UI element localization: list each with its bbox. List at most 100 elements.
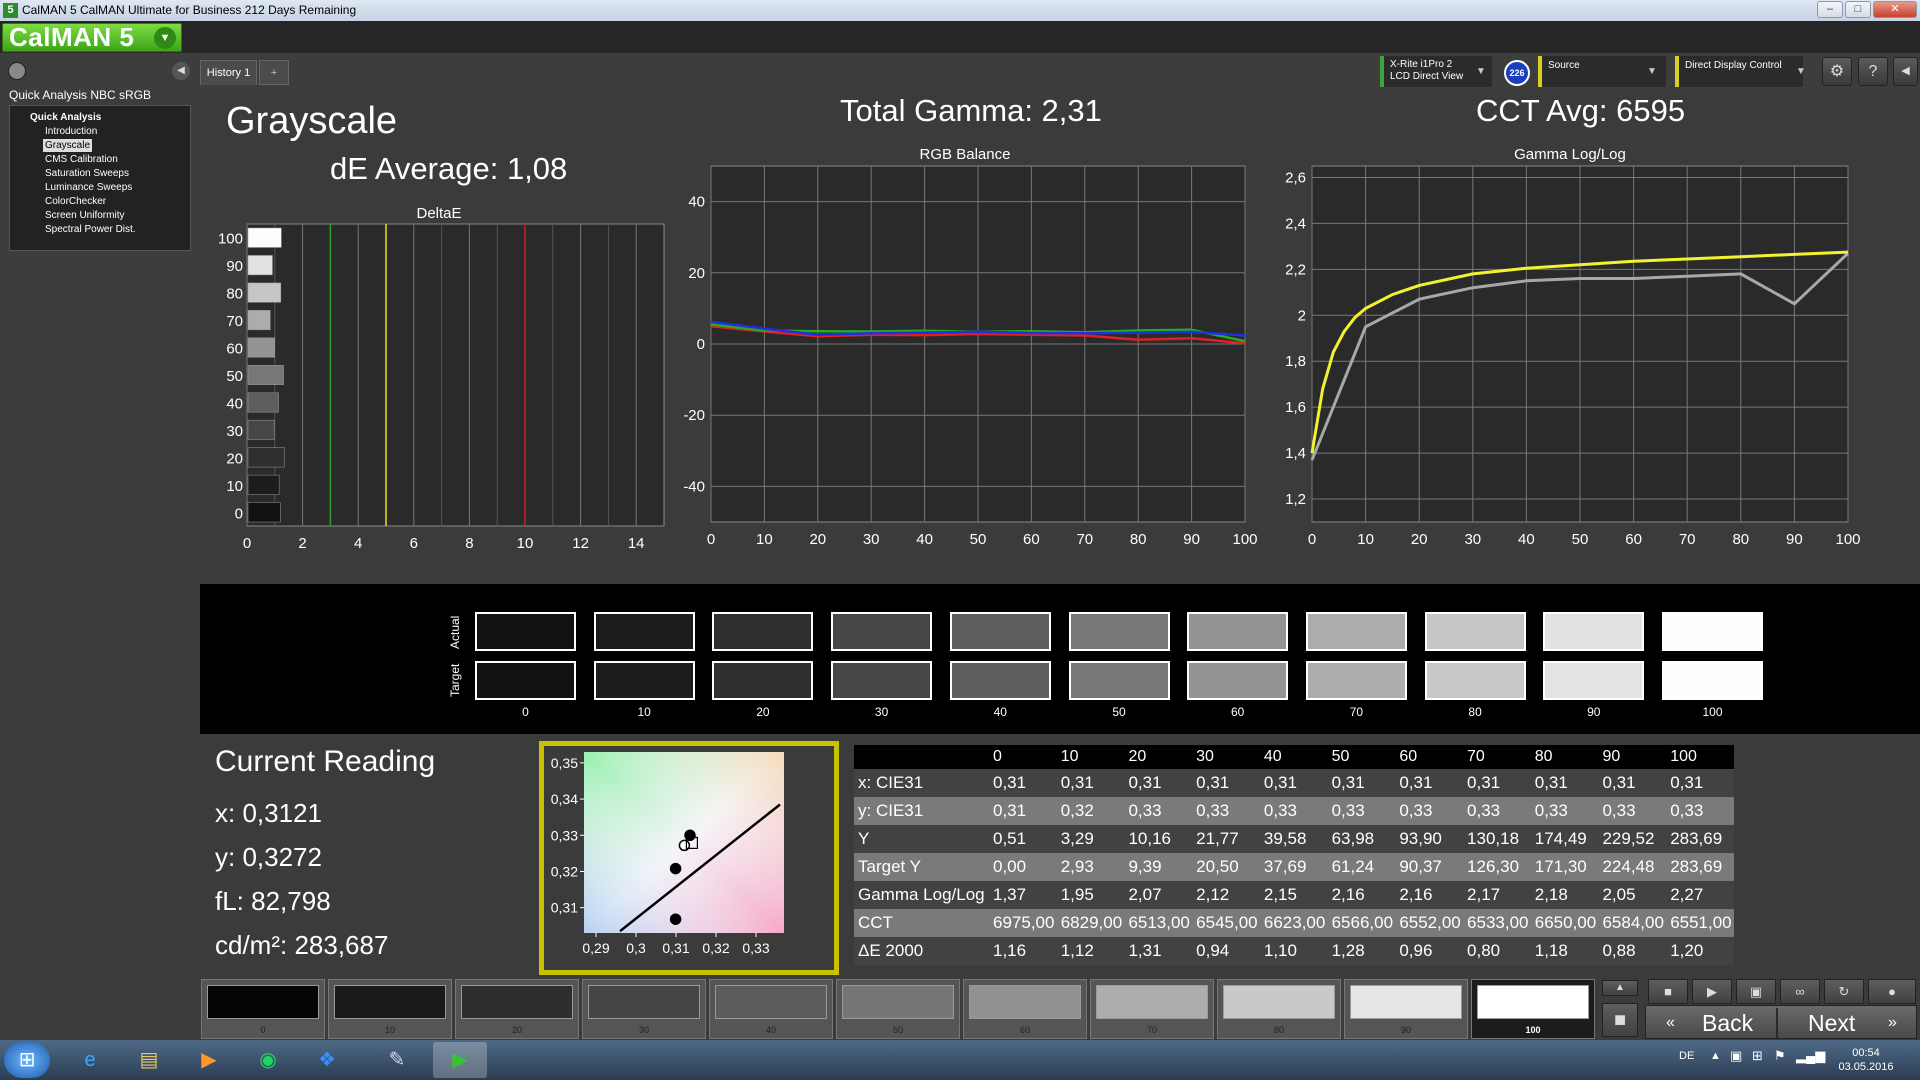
table-cell: 0,33 xyxy=(1463,797,1531,825)
table-cell: 90,37 xyxy=(1395,853,1464,881)
table-cell: 2,18 xyxy=(1530,881,1599,909)
gear-icon[interactable]: ⚙ xyxy=(1822,57,1852,86)
deltae-category-label: 90 xyxy=(226,258,243,275)
dropbox-icon[interactable]: ❖ xyxy=(300,1042,354,1078)
internet-explorer-icon[interactable]: e xyxy=(63,1042,117,1078)
tree-item-grayscale[interactable]: Grayscale xyxy=(43,139,93,152)
table-row-label: y: CIE31 xyxy=(854,797,989,825)
table-cell: 1,31 xyxy=(1124,937,1193,965)
table-cell: 0,31 xyxy=(1124,769,1193,797)
patch-label: 80 xyxy=(1273,1025,1284,1035)
table-cell: 224,48 xyxy=(1598,853,1667,881)
patch-button[interactable]: 60 xyxy=(963,979,1087,1039)
table-column-header: 90 xyxy=(1598,745,1667,769)
patch-button[interactable]: 70 xyxy=(1090,979,1214,1039)
language-indicator[interactable]: DE xyxy=(1679,1050,1694,1062)
rgb-x-tick: 70 xyxy=(1076,531,1093,548)
arrow-up-icon[interactable]: ▲ xyxy=(1602,980,1638,996)
maximize-button[interactable]: □ xyxy=(1845,1,1871,18)
record-icon[interactable]: ● xyxy=(1868,979,1916,1004)
refresh-icon[interactable]: ↻ xyxy=(1824,979,1864,1004)
stop-icon[interactable]: ■ xyxy=(1602,1003,1638,1037)
chevron-down-icon[interactable]: ▼ xyxy=(1476,66,1486,77)
tray-action-center-icon[interactable]: ⚑ xyxy=(1774,1048,1786,1064)
tab-history-1[interactable]: History 1 xyxy=(200,60,257,85)
minimize-button[interactable]: – xyxy=(1817,1,1843,18)
patch-button[interactable]: 50 xyxy=(836,979,960,1039)
meter-status-badge[interactable]: 226 xyxy=(1504,60,1530,86)
patch-button[interactable]: 90 xyxy=(1344,979,1468,1039)
chevron-down-icon[interactable]: ▼ xyxy=(1796,66,1806,77)
deltae-bar xyxy=(247,255,273,276)
paint-icon[interactable]: ✎ xyxy=(370,1042,424,1078)
tree-item-cms-calibration[interactable]: CMS Calibration xyxy=(43,153,120,166)
patch-button[interactable]: 100 xyxy=(1471,979,1595,1039)
collapse-sidebar-icon[interactable]: ◀ xyxy=(172,62,190,80)
swatch-level-label: 80 xyxy=(1468,705,1482,719)
tree-item-luminance-sweeps[interactable]: Luminance Sweeps xyxy=(43,181,134,194)
windows-start-icon[interactable]: ⊞ xyxy=(4,1042,50,1078)
actual-swatch xyxy=(1662,612,1763,651)
clock[interactable]: 00:54 03.05.2016 xyxy=(1836,1046,1896,1074)
tray-network-icon[interactable]: ⊞ xyxy=(1752,1048,1763,1064)
calman-taskbar-icon[interactable]: ▶ xyxy=(433,1042,487,1078)
tray-arrow-icon[interactable]: ▲ xyxy=(1710,1050,1721,1062)
deltae-category-label: 50 xyxy=(226,368,243,385)
patch-button[interactable]: 10 xyxy=(328,979,452,1039)
workflow-tree: Quick Analysis Introduction Grayscale CM… xyxy=(9,105,191,251)
save-icon[interactable]: ▣ xyxy=(1736,979,1776,1004)
tree-item-screen-uniformity[interactable]: Screen Uniformity xyxy=(43,209,126,222)
patch-button[interactable]: 80 xyxy=(1217,979,1341,1039)
deltae-category-label: 20 xyxy=(226,450,243,467)
patch-button[interactable]: 20 xyxy=(455,979,579,1039)
table-corner xyxy=(854,745,989,769)
table-cell: 6623,00 xyxy=(1259,909,1328,937)
patch-button[interactable]: 30 xyxy=(582,979,706,1039)
patch-button[interactable]: 0 xyxy=(201,979,325,1039)
table-cell: 9,39 xyxy=(1124,853,1193,881)
add-tab-button[interactable]: + xyxy=(259,60,289,85)
logo-menu-arrow-icon[interactable]: ▼ xyxy=(154,27,176,49)
back-arrow-icon[interactable]: « xyxy=(1666,1006,1675,1040)
back-button[interactable]: Back xyxy=(1702,1006,1753,1040)
close-window-button[interactable]: ✕ xyxy=(1873,1,1917,18)
table-row-label: ΔE 2000 xyxy=(854,937,989,965)
display-selector[interactable]: Direct Display Control xyxy=(1675,56,1803,87)
play-icon[interactable]: ▶ xyxy=(1692,979,1732,1004)
target-swatch xyxy=(475,661,576,700)
loop-icon[interactable]: ∞ xyxy=(1780,979,1820,1004)
patch-label: 100 xyxy=(1525,1025,1541,1035)
tree-item-introduction[interactable]: Introduction xyxy=(43,125,99,138)
table-cell: 6545,00 xyxy=(1192,909,1260,937)
tray-app-icon[interactable]: ▣ xyxy=(1730,1048,1742,1064)
table-cell: 63,98 xyxy=(1327,825,1396,853)
next-button[interactable]: Next xyxy=(1808,1006,1855,1040)
deltae-category-label: 70 xyxy=(226,313,243,330)
patch-color xyxy=(1096,985,1208,1019)
deltae-category-label: 30 xyxy=(226,423,243,440)
swatch-level-label: 10 xyxy=(637,705,651,719)
stop-measure-icon[interactable]: ■ xyxy=(1648,979,1688,1004)
collapse-right-icon[interactable]: ◀ xyxy=(1893,57,1918,86)
patch-button[interactable]: 40 xyxy=(709,979,833,1039)
sidebar-options-icon[interactable] xyxy=(8,62,26,80)
tree-item-spectral-power[interactable]: Spectral Power Dist. xyxy=(43,223,138,236)
file-explorer-icon[interactable]: ▤ xyxy=(122,1042,176,1078)
table-cell: 6650,00 xyxy=(1530,909,1599,937)
table-column-header: 10 xyxy=(1056,745,1125,769)
table-cell: 174,49 xyxy=(1530,825,1599,853)
spotify-icon[interactable]: ◉ xyxy=(241,1042,295,1078)
tree-group-quick-analysis[interactable]: Quick Analysis xyxy=(28,111,103,124)
tree-item-saturation-sweeps[interactable]: Saturation Sweeps xyxy=(43,167,131,180)
media-player-icon[interactable]: ▶ xyxy=(182,1042,236,1078)
volume-icon[interactable]: ♪ xyxy=(1820,1048,1827,1063)
table-row-label: x: CIE31 xyxy=(854,769,989,797)
tree-item-colorchecker[interactable]: ColorChecker xyxy=(43,195,108,208)
next-arrow-icon[interactable]: » xyxy=(1888,1006,1897,1040)
help-icon[interactable]: ? xyxy=(1858,57,1888,86)
chevron-down-icon[interactable]: ▼ xyxy=(1647,66,1657,77)
rgb-y-tick: 20 xyxy=(688,265,705,282)
swatch-level-label: 20 xyxy=(756,705,770,719)
swatch-level-label: 60 xyxy=(1231,705,1245,719)
table-cell: 0,32 xyxy=(1056,797,1125,825)
